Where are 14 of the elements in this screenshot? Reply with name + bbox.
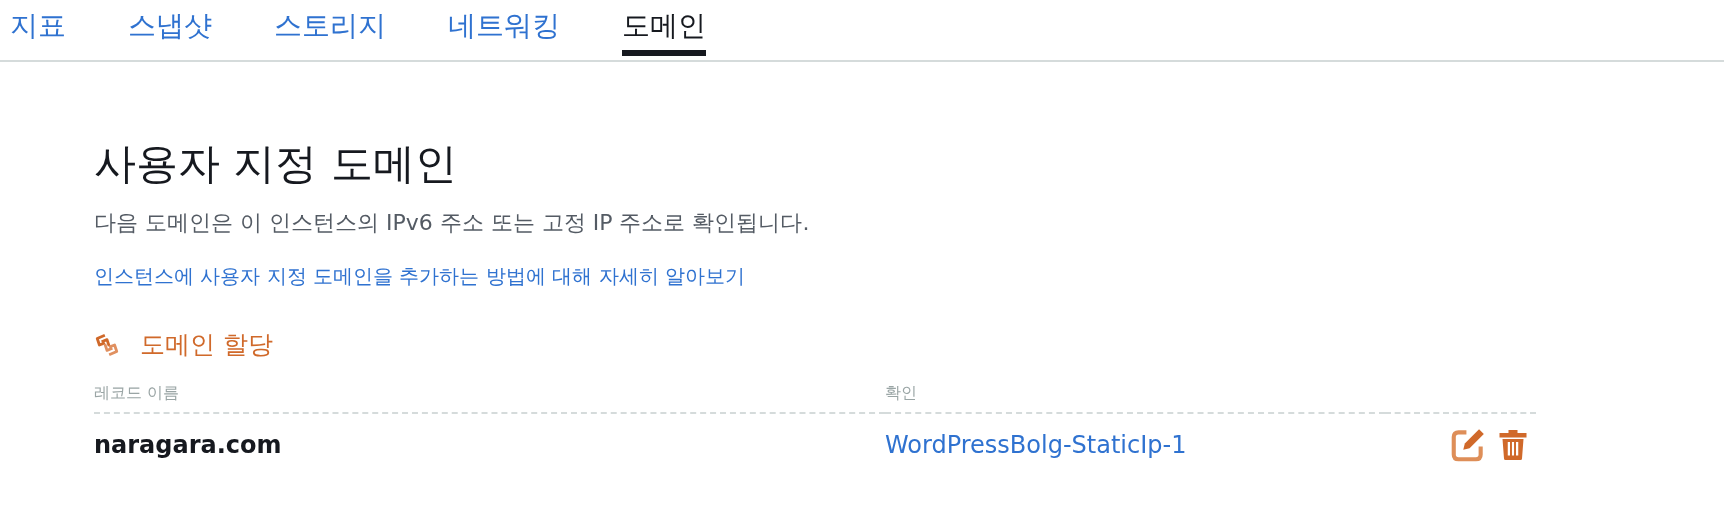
column-header: 레코드 이름	[94, 382, 885, 414]
tab[interactable]: 스냅샷	[128, 0, 212, 56]
resolves-to-link[interactable]: WordPressBolg-StaticIp-1	[885, 414, 1385, 464]
column-header: 확인	[885, 382, 1385, 414]
help-link[interactable]: 인스턴스에 사용자 지정 도메인을 추가하는 방법에 대해 자세히 알아보기	[94, 262, 745, 290]
section-description: 다음 도메인은 이 인스턴스의 IPv6 주소 또는 고정 IP 주소로 확인됩니다.	[94, 209, 811, 237]
record-name: naragara.com	[94, 430, 283, 461]
section-title: 사용자 지정 도메인	[94, 138, 458, 190]
assign-domain-button[interactable]: 도메인 할당	[94, 328, 273, 362]
tab[interactable]: 네트워킹	[448, 0, 560, 56]
tab[interactable]: 도메인	[622, 0, 706, 56]
chain-link-icon	[94, 332, 120, 358]
tab[interactable]: 지표	[10, 0, 66, 56]
tab[interactable]: 스토리지	[274, 0, 386, 56]
